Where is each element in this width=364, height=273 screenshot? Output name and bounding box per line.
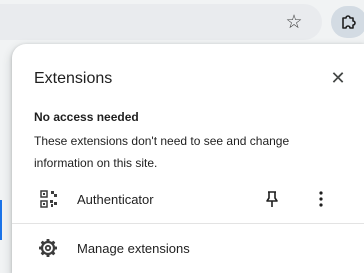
section-heading: No access needed bbox=[34, 110, 139, 124]
puzzle-icon bbox=[342, 15, 356, 29]
extension-name: Authenticator bbox=[77, 192, 154, 207]
extensions-button[interactable] bbox=[331, 6, 364, 38]
extensions-panel: Extensions ✕ No access needed These exte… bbox=[12, 44, 364, 273]
manage-extensions-button[interactable]: Manage extensions bbox=[12, 234, 364, 262]
gear-icon bbox=[39, 239, 57, 257]
pin-icon bbox=[266, 191, 278, 207]
divider bbox=[12, 223, 364, 224]
omnibox[interactable] bbox=[0, 4, 322, 40]
manage-extensions-label: Manage extensions bbox=[77, 241, 190, 256]
page-accent-strip bbox=[0, 200, 2, 240]
close-icon[interactable]: ✕ bbox=[328, 68, 348, 88]
bookmark-star-icon[interactable]: ☆ bbox=[282, 10, 306, 34]
extension-row-authenticator[interactable]: Authenticator bbox=[12, 184, 364, 214]
section-description: These extensions don't need to see and c… bbox=[34, 134, 290, 170]
more-options-button[interactable] bbox=[310, 188, 332, 210]
pin-button[interactable] bbox=[261, 188, 283, 210]
browser-toolbar: ☆ bbox=[0, 0, 364, 44]
panel-title: Extensions bbox=[34, 70, 113, 87]
more-vertical-icon bbox=[319, 191, 323, 207]
qr-code-icon bbox=[40, 190, 57, 208]
